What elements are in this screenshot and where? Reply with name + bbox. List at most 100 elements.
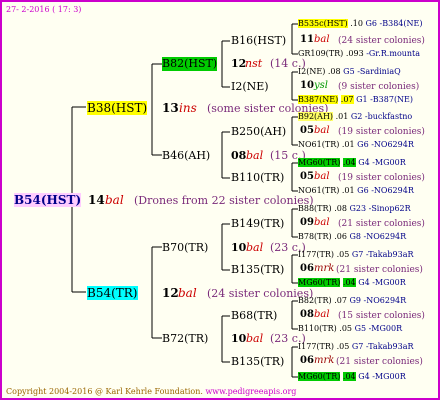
gen4-row-14-name: B110(TR)	[298, 324, 337, 333]
gen4-row-8-year: .01	[341, 186, 355, 195]
gen2-b70-type: bal	[246, 241, 264, 254]
gen4-row-7[interactable]: MG60(TR) .04 G4 -MG00R	[298, 156, 406, 170]
gen4-row-3-name: I2(NE)	[298, 67, 326, 76]
gen4-row-7-code: G4 -MG00R	[358, 158, 406, 167]
gen3-i2-type: ysl	[314, 80, 328, 91]
copyright-text: Copyright 2004-2016 @ Karl Kehrle Founda…	[6, 387, 203, 396]
gen4-row-15-year: .05	[336, 342, 350, 351]
gen3-b110-count: 05	[300, 171, 314, 182]
root-drone-note: (Drones from 22 sister colonies)	[134, 194, 314, 207]
gen3-b110-note: (19 sister colonies)	[338, 173, 425, 183]
gen4-row-1[interactable]: B535c(HST) .10 G6 -B384(NE)	[298, 17, 422, 31]
pedigree-panel: 27- 2-2016 ( 17: 3) B54(HST) 14 bal (Dro…	[0, 0, 440, 400]
gen4-row-9-code: G23 -Sinop62R	[349, 204, 411, 213]
gen4-row-5[interactable]: B92(AH) .01 G2 -buckfastno	[298, 110, 412, 124]
gen2-b72-count: 10	[231, 332, 247, 345]
gen4-row-15[interactable]: I177(TR) .05 G7 -Takab93aR	[298, 340, 414, 354]
gen4-row-1-name: B535c(HST)	[298, 19, 348, 28]
gen4-row-10[interactable]: B78(TR) .06 G8 -NO6294R	[298, 230, 406, 244]
gen2-b72-node[interactable]: B72(TR)	[162, 332, 208, 346]
gen4-row-2-name: GR109(TR)	[298, 49, 344, 58]
gen4-row-10-name: B78(TR)	[298, 232, 332, 241]
gen4-row-9-year: .08	[334, 204, 347, 213]
gen4-row-1-year: .10	[350, 19, 363, 28]
gen3-b149-node[interactable]: B149(TR)	[231, 217, 284, 231]
gen4-row-11[interactable]: I177(TR) .05 G7 -Takab93aR	[298, 248, 414, 262]
gen4-row-8-code: G6 -NO6294R	[357, 186, 414, 195]
gen4-row-8[interactable]: NO61(TR) .01 G6 -NO6294R	[298, 184, 414, 198]
gen3-b149-note: (21 sister colonies)	[338, 219, 425, 229]
gen2-b70-node[interactable]: B70(TR)	[162, 241, 208, 255]
gen3-b135a-type: mrk	[314, 263, 335, 274]
gen4-row-12-code: G4 -MG00R	[358, 278, 406, 287]
gen3-b250-note: (19 sister colonies)	[338, 127, 425, 137]
gen4-row-2[interactable]: GR109(TR) .093 -Gr.R.mounta	[298, 47, 420, 61]
gen4-row-10-year: .06	[334, 232, 347, 241]
gen4-row-6[interactable]: NO61(TR) .01 G6 -NO6294R	[298, 138, 414, 152]
gen4-row-5-name: B92(AH)	[298, 112, 334, 121]
gen2-b46-node[interactable]: B46(AH)	[162, 149, 210, 163]
date-stamp: 27- 2-2016 ( 17: 3)	[6, 5, 82, 14]
gen4-row-16-year: .04	[342, 372, 356, 381]
gen4-row-2-code: -Gr.R.mounta	[366, 49, 421, 58]
gen4-row-4[interactable]: B387(NE) .07 G1 -B387(NE)	[298, 93, 413, 107]
gen3-b135a-node[interactable]: B135(TR)	[231, 263, 284, 277]
root-node[interactable]: B54(HST)	[14, 193, 82, 207]
website-link[interactable]: www.pedigreeapis.org	[205, 387, 296, 396]
gen4-row-15-code: G7 -Takab93aR	[351, 342, 414, 351]
gen4-row-7-year: .04	[342, 158, 356, 167]
gen3-b135b-type: mrk	[314, 355, 335, 366]
gen1-lower-node[interactable]: B54(TR)	[87, 286, 138, 300]
gen4-row-13[interactable]: B82(TR) .07 G9 -NO6294R	[298, 294, 406, 308]
gen4-row-12[interactable]: MG60(TR) .04 G4 -MG00R	[298, 276, 406, 290]
gen3-b250-type: bal	[314, 125, 330, 136]
gen4-row-7-name: MG60(TR)	[298, 158, 341, 167]
gen3-b135b-node[interactable]: B135(TR)	[231, 355, 284, 369]
gen3-b135a-count: 06	[300, 263, 314, 274]
gen4-row-5-year: .01	[335, 112, 349, 121]
gen4-row-13-year: .07	[334, 296, 347, 305]
gen3-b16-note: (24 sister colonies)	[338, 36, 425, 46]
gen4-row-10-code: G8 -NO6294R	[349, 232, 407, 241]
gen3-i2-count: 10	[300, 80, 314, 91]
gen3-b250-node[interactable]: B250(AH)	[231, 125, 286, 139]
gen3-b110-node[interactable]: B110(TR)	[231, 171, 284, 185]
root-drone-type: bal	[105, 193, 124, 207]
gen4-row-6-year: .01	[341, 140, 355, 149]
footer: Copyright 2004-2016 @ Karl Kehrle Founda…	[6, 385, 296, 398]
gen4-row-14-year: .05	[339, 324, 353, 333]
gen4-row-12-name: MG60(TR)	[298, 278, 341, 287]
gen3-b135b-count: 06	[300, 355, 314, 366]
gen4-row-1-code: G6 -B384(NE)	[365, 19, 423, 28]
gen3-b135a-note: (21 sister colonies)	[336, 265, 423, 275]
gen4-row-9-name: B88(TR)	[298, 204, 332, 213]
gen2-b70-count: 10	[231, 241, 247, 254]
gen3-b135b-note: (21 sister colonies)	[336, 357, 423, 367]
gen3-b68-note: (15 sister colonies)	[338, 311, 425, 321]
gen4-row-14[interactable]: B110(TR) .05 G5 -MG00R	[298, 322, 402, 336]
gen4-row-5-code: G2 -buckfastno	[350, 112, 413, 121]
gen4-row-16-name: MG60(TR)	[298, 372, 341, 381]
gen4-row-16[interactable]: MG60(TR) .04 G4 -MG00R	[298, 370, 406, 384]
gen3-b68-node[interactable]: B68(TR)	[231, 309, 277, 323]
gen4-row-3-year: .08	[327, 67, 341, 76]
gen3-i2-note: (9 sister colonies)	[338, 82, 420, 92]
gen4-row-4-code: G1 -B387(NE)	[356, 95, 414, 104]
gen4-row-2-year: .093	[345, 49, 364, 58]
gen3-i2-node[interactable]: I2(NE)	[231, 80, 269, 94]
gen4-row-3[interactable]: I2(NE) .08 G5 -SardiniaQ	[298, 65, 401, 79]
gen3-b110-type: bal	[314, 171, 330, 182]
gen2-b46-count: 08	[231, 149, 247, 162]
gen4-row-9[interactable]: B88(TR) .08 G23 -Sinop62R	[298, 202, 411, 216]
gen3-b68-type: bal	[314, 309, 330, 320]
gen2-b72-type: bal	[246, 332, 264, 345]
gen3-b16-node[interactable]: B16(HST)	[231, 34, 286, 48]
gen4-row-6-name: NO61(TR)	[298, 140, 340, 149]
gen4-row-8-name: NO61(TR)	[298, 186, 340, 195]
gen4-row-3-code: G5 -SardiniaQ	[343, 67, 401, 76]
root-drone-count: 14	[88, 193, 105, 207]
gen2-b82-type: nst	[245, 57, 263, 70]
gen1-upper-node[interactable]: B38(HST)	[87, 101, 148, 115]
gen2-b82-node[interactable]: B82(HST)	[162, 57, 218, 71]
gen1-lower-count: 12	[162, 286, 179, 300]
